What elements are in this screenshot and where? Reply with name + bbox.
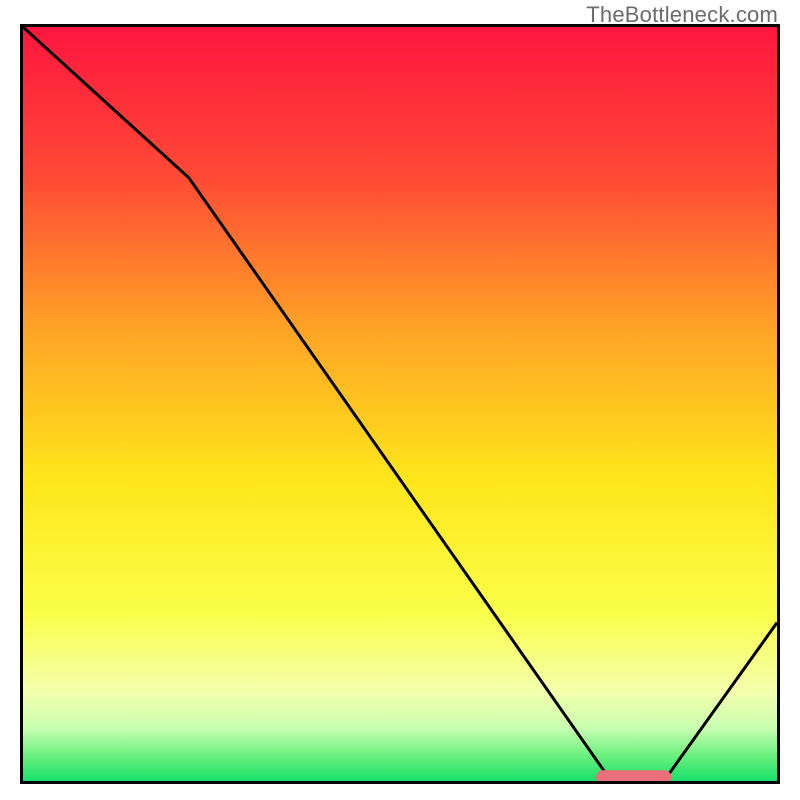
optimal-range-marker	[596, 770, 671, 781]
chart-frame	[20, 24, 780, 784]
gradient-background	[23, 27, 777, 781]
chart-canvas	[23, 27, 777, 781]
